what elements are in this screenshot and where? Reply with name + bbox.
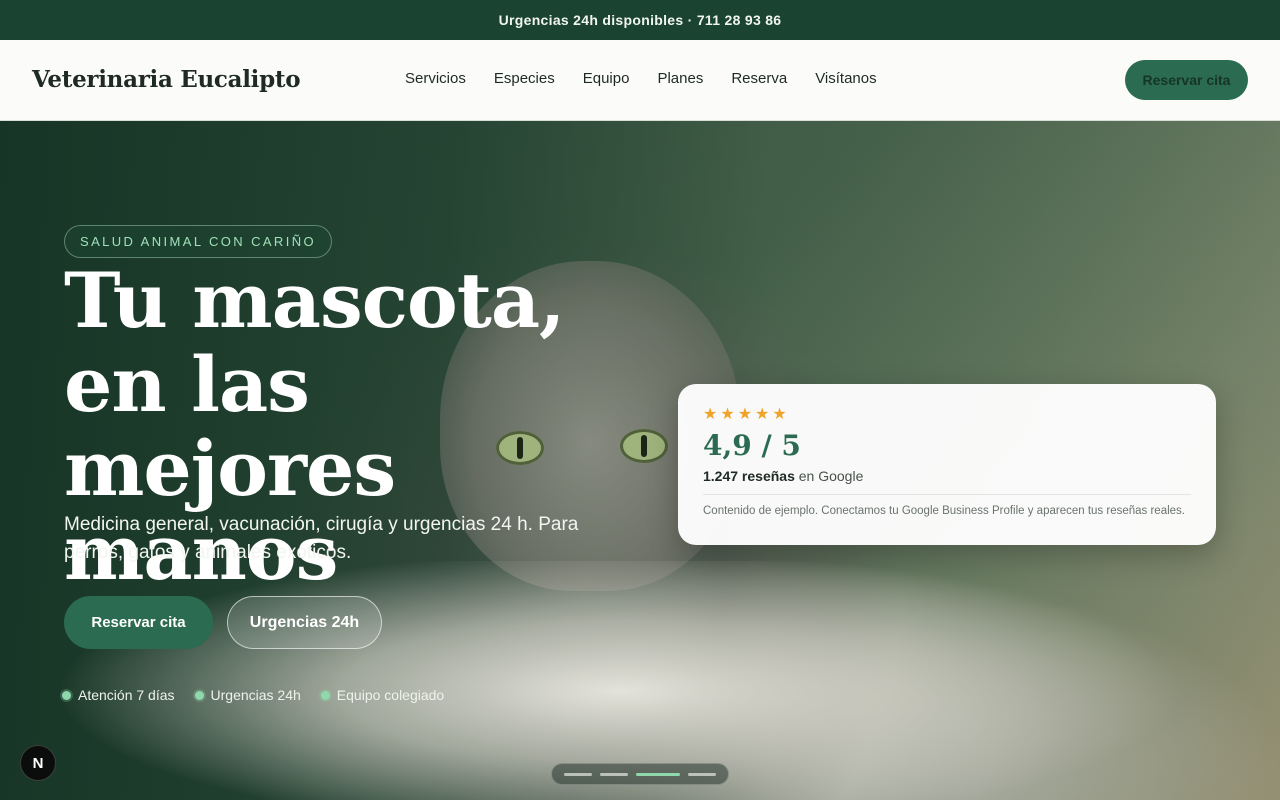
hero-features: Atención 7 días Urgencias 24h Equipo col… <box>62 687 444 703</box>
hero-subtitle: Medicina general, vacunación, cirugía y … <box>64 514 579 563</box>
feature-item: Atención 7 días <box>62 687 175 703</box>
nav-reserva[interactable]: Reserva <box>731 70 787 87</box>
reviews-source: en Google <box>798 468 864 484</box>
star-icon: ★ <box>772 406 787 423</box>
carousel-indicators <box>551 763 729 785</box>
feature-dot-icon <box>62 690 71 700</box>
star-icon: ★ <box>755 406 770 423</box>
site-header: Veterinaria Eucalipto Servicios Especies… <box>0 40 1280 121</box>
review-card: ★ ★ ★ ★ ★ 4,9 / 5 1.247 reseñas en Googl… <box>678 384 1216 545</box>
nav-equipo[interactable]: Equipo <box>583 70 630 87</box>
feature-label: Urgencias 24h <box>210 687 301 703</box>
carousel-dot-4[interactable] <box>688 772 716 776</box>
brand-logo[interactable]: Veterinaria Eucalipto <box>32 66 301 93</box>
star-icon: ★ <box>720 406 735 423</box>
rating-score: 4,9 / 5 <box>703 429 801 462</box>
n-logo-icon[interactable]: N <box>20 745 56 781</box>
carousel-dot-1[interactable] <box>564 772 592 776</box>
feature-dot-icon <box>194 690 204 700</box>
feature-dot-icon <box>320 690 330 700</box>
star-icon: ★ <box>703 406 718 423</box>
carousel-dot-3[interactable] <box>636 772 680 776</box>
announcement-text: Urgencias 24h disponibles · 711 28 93 86 <box>498 12 782 28</box>
header-book-button[interactable]: Reservar cita <box>1125 60 1248 100</box>
reviews-count: 1.247 reseñas <box>703 468 795 484</box>
nav-servicios[interactable]: Servicios <box>405 70 466 87</box>
announcement-bar: Urgencias 24h disponibles · 711 28 93 86 <box>0 0 1280 40</box>
nav-visitanos[interactable]: Visítanos <box>815 70 876 87</box>
feature-label: Atención 7 días <box>78 687 175 703</box>
carousel-dot-2[interactable] <box>600 772 628 776</box>
hero-section: SALUD ANIMAL CON CARIÑO Tu mascota, en l… <box>0 121 1280 800</box>
feature-item: Equipo colegiado <box>320 687 445 703</box>
main-nav: Servicios Especies Equipo Planes Reserva… <box>405 70 877 87</box>
reviews-count-line: 1.247 reseñas en Google <box>703 468 1191 484</box>
rating-stars: ★ ★ ★ ★ ★ <box>703 406 1191 424</box>
nav-especies[interactable]: Especies <box>494 70 555 87</box>
nav-planes[interactable]: Planes <box>657 70 703 87</box>
review-divider <box>703 494 1191 495</box>
hero-emergency-button[interactable]: Urgencias 24h <box>227 596 382 649</box>
star-icon: ★ <box>737 406 753 423</box>
feature-label: Equipo colegiado <box>336 687 445 703</box>
hero-book-button[interactable]: Reservar cita <box>64 596 213 649</box>
review-disclaimer: Contenido de ejemplo. Conectamos tu Goog… <box>703 505 1185 517</box>
hero-badge: SALUD ANIMAL CON CARIÑO <box>64 225 333 258</box>
feature-item: Urgencias 24h <box>194 687 301 703</box>
